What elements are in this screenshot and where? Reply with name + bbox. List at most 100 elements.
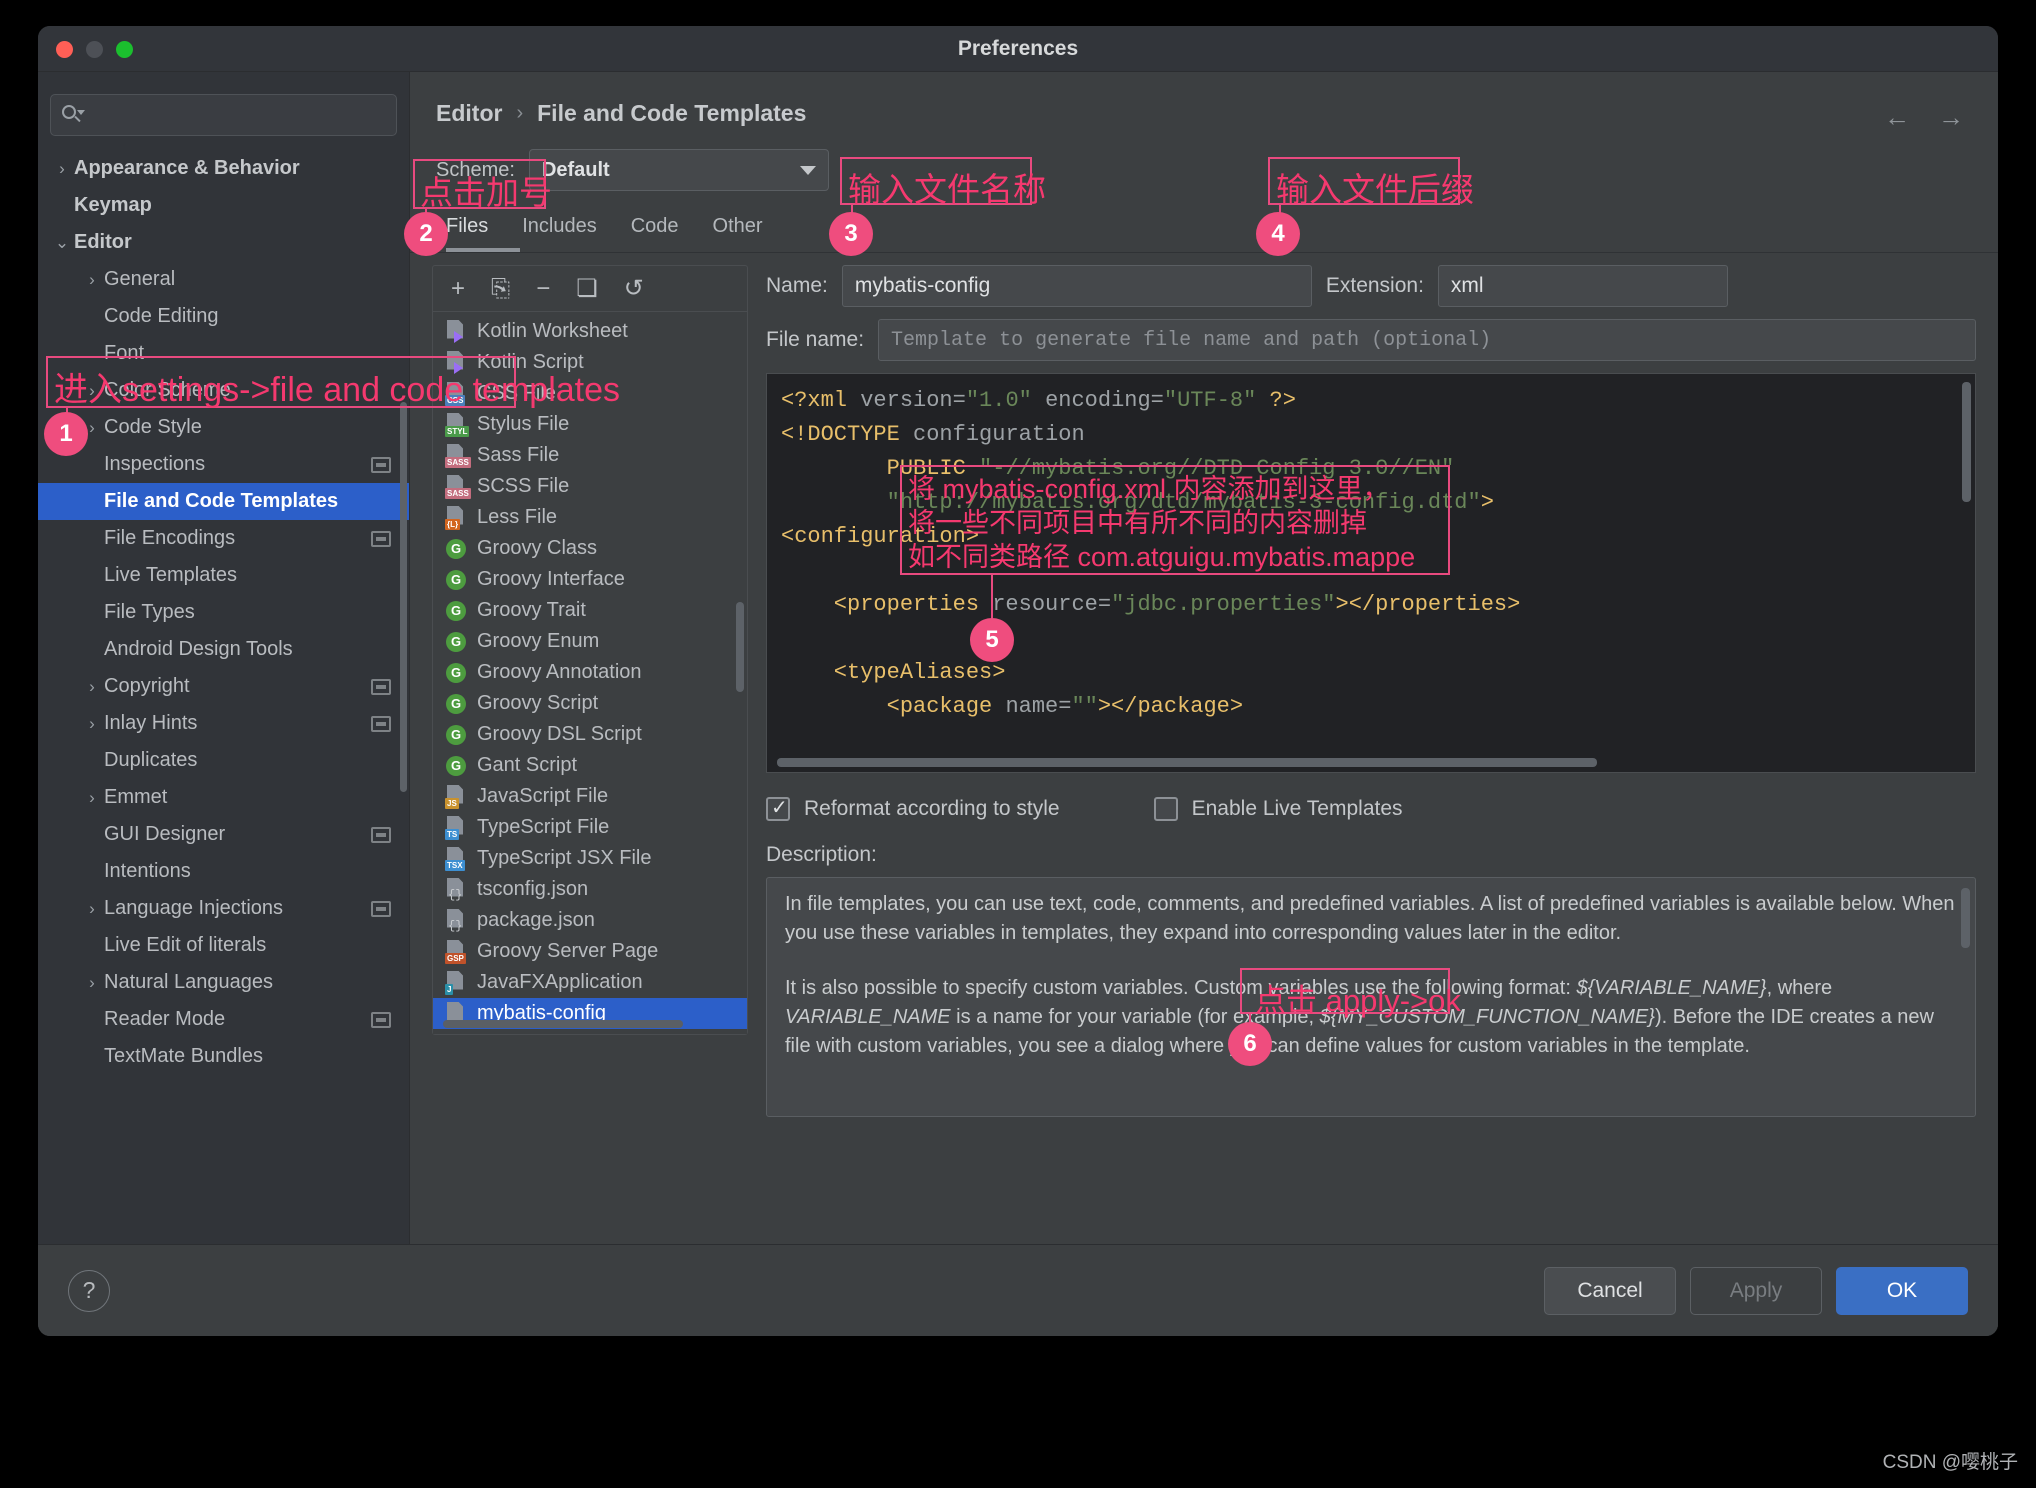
sidebar-item-textmate-bundles[interactable]: TextMate Bundles: [38, 1038, 409, 1075]
extension-input[interactable]: xml: [1437, 265, 1728, 307]
template-list-item[interactable]: G Groovy DSL Script: [433, 719, 747, 750]
template-list-item[interactable]: CSS CSS File: [433, 378, 747, 409]
tab-includes[interactable]: Includes: [522, 215, 597, 238]
chevron-right-icon[interactable]: ›: [82, 899, 102, 919]
sidebar-item-file-types[interactable]: File Types: [38, 594, 409, 631]
code-horizontal-scrollbar[interactable]: [777, 758, 1597, 767]
template-list-hscrollbar[interactable]: [443, 1020, 683, 1028]
template-list-item[interactable]: STYL Stylus File: [433, 409, 747, 440]
code-vertical-scrollbar[interactable]: [1962, 382, 1971, 502]
template-list-scrollbar[interactable]: [736, 602, 744, 692]
sidebar-item-file-encodings[interactable]: File Encodings: [38, 520, 409, 557]
template-list-item[interactable]: G Groovy Enum: [433, 626, 747, 657]
copy-template-button[interactable]: ⎘: [491, 276, 510, 301]
filename-input[interactable]: Template to generate file name and path …: [878, 319, 1976, 361]
sidebar-item-duplicates[interactable]: Duplicates: [38, 742, 409, 779]
sidebar-item-reader-mode[interactable]: Reader Mode: [38, 1001, 409, 1038]
stylus-file-icon: STYL: [445, 412, 470, 437]
add-template-button[interactable]: +: [451, 276, 465, 301]
project-scope-icon: [371, 1011, 391, 1028]
chevron-right-icon[interactable]: ›: [82, 788, 102, 808]
chevron-down-icon[interactable]: ⌄: [52, 233, 72, 253]
template-list-item[interactable]: G Groovy Annotation: [433, 657, 747, 688]
template-list-item[interactable]: SASS Sass File: [433, 440, 747, 471]
sidebar-item-general[interactable]: › General: [38, 261, 409, 298]
template-list-item[interactable]: G Groovy Interface: [433, 564, 747, 595]
sidebar-item-keymap[interactable]: Keymap: [38, 187, 409, 224]
search-input[interactable]: [50, 94, 397, 136]
template-list-item[interactable]: G Groovy Class: [433, 533, 747, 564]
sidebar-item-natural-languages[interactable]: › Natural Languages: [38, 964, 409, 1001]
template-list-item[interactable]: JS JavaScript File: [433, 781, 747, 812]
sidebar-item-editor[interactable]: ⌄ Editor: [38, 224, 409, 261]
reformat-checkbox-group[interactable]: Reformat according to style: [766, 795, 1060, 821]
template-list-item[interactable]: TS TypeScript File: [433, 812, 747, 843]
template-list-item[interactable]: {} tsconfig.json: [433, 874, 747, 905]
sidebar-item-appearance-behavior[interactable]: › Appearance & Behavior: [38, 150, 409, 187]
chevron-right-icon[interactable]: ›: [82, 270, 102, 290]
sidebar-item-inlay-hints[interactable]: › Inlay Hints: [38, 705, 409, 742]
sidebar-item-live-edit-of-literals[interactable]: Live Edit of literals: [38, 927, 409, 964]
code-token: "1.0": [965, 388, 1046, 413]
tab-other[interactable]: Other: [713, 215, 763, 238]
sidebar-item-code-editing[interactable]: Code Editing: [38, 298, 409, 335]
chevron-right-icon[interactable]: ›: [82, 677, 102, 697]
sidebar-item-file-and-code-templates[interactable]: File and Code Templates: [38, 483, 409, 520]
duplicate-template-button[interactable]: ❏: [576, 276, 598, 301]
scheme-dropdown[interactable]: Default: [528, 149, 829, 191]
template-list-item[interactable]: G Groovy Script: [433, 688, 747, 719]
template-list-item-label: tsconfig.json: [477, 878, 589, 900]
sidebar-item-live-templates[interactable]: Live Templates: [38, 557, 409, 594]
sidebar-item-gui-designer[interactable]: GUI Designer: [38, 816, 409, 853]
sidebar-item-copyright[interactable]: › Copyright: [38, 668, 409, 705]
template-list-item[interactable]: GSP Groovy Server Page: [433, 936, 747, 967]
template-list-item[interactable]: Kotlin Worksheet: [433, 316, 747, 347]
code-token: "": [1071, 694, 1098, 719]
tab-code[interactable]: Code: [631, 215, 679, 238]
apply-button[interactable]: Apply: [1690, 1266, 1822, 1315]
filename-row: File name: Template to generate file nam…: [766, 319, 1976, 361]
sidebar-item-code-style[interactable]: › Code Style: [38, 409, 409, 446]
help-button[interactable]: ?: [68, 1269, 110, 1312]
forward-arrow-icon[interactable]: →: [1938, 102, 1964, 133]
sidebar-item-label: Inspections: [104, 453, 206, 475]
sidebar-item-intentions[interactable]: Intentions: [38, 853, 409, 890]
reformat-checkbox[interactable]: [766, 795, 790, 821]
sidebar-item-language-injections[interactable]: › Language Injections: [38, 890, 409, 927]
cancel-button[interactable]: Cancel: [1544, 1266, 1676, 1315]
live-templates-checkbox[interactable]: [1153, 797, 1178, 821]
sidebar-item-label: Live Templates: [104, 564, 238, 586]
chevron-right-icon[interactable]: ›: [82, 714, 102, 734]
template-list-item[interactable]: TSX TypeScript JSX File: [433, 843, 747, 874]
sidebar-item-label: Color Scheme: [104, 379, 231, 401]
sidebar-item-font[interactable]: Font: [38, 335, 409, 372]
template-list-item[interactable]: {} package.json: [433, 905, 747, 936]
remove-template-button[interactable]: −: [536, 276, 550, 301]
sidebar-item-android-design-tools[interactable]: Android Design Tools: [38, 631, 409, 668]
chevron-right-icon[interactable]: ›: [82, 381, 102, 401]
template-code-editor[interactable]: <?xml version="1.0" encoding="UTF-8" ?> <…: [766, 373, 1976, 773]
template-list-item[interactable]: G Groovy Trait: [433, 595, 747, 626]
tab-files[interactable]: Files: [446, 215, 488, 238]
template-list-item[interactable]: Kotlin Script: [433, 347, 747, 378]
breadcrumb-root[interactable]: Editor: [436, 100, 502, 127]
name-input[interactable]: mybatis-config: [841, 265, 1312, 307]
sidebar-item-inspections[interactable]: Inspections: [38, 446, 409, 483]
ok-button[interactable]: OK: [1836, 1266, 1968, 1315]
sidebar-item-emmet[interactable]: › Emmet: [38, 779, 409, 816]
sidebar-item-color-scheme[interactable]: › Color Scheme: [38, 372, 409, 409]
template-list-item[interactable]: J JavaFXApplication: [433, 967, 747, 998]
sidebar-scrollbar[interactable]: [400, 402, 407, 792]
live-templates-checkbox-group[interactable]: Enable Live Templates: [1153, 797, 1403, 821]
back-arrow-icon[interactable]: ←: [1884, 102, 1910, 133]
template-list-item[interactable]: SASS SCSS File: [433, 471, 747, 502]
template-list-item[interactable]: G Gant Script: [433, 750, 747, 781]
description-scrollbar[interactable]: [1961, 888, 1970, 948]
chevron-right-icon[interactable]: ›: [82, 418, 102, 438]
reset-template-button[interactable]: ↺: [624, 276, 644, 301]
template-list-item-label: Groovy Annotation: [477, 661, 642, 683]
chevron-right-icon[interactable]: ›: [52, 159, 72, 179]
template-list-pane: + ⎘ − ❏ ↺ Kotlin Worksheet Kotlin Script CSS CS…: [432, 265, 748, 1035]
template-list-item[interactable]: {L} Less File: [433, 502, 747, 533]
chevron-right-icon[interactable]: ›: [82, 973, 102, 993]
